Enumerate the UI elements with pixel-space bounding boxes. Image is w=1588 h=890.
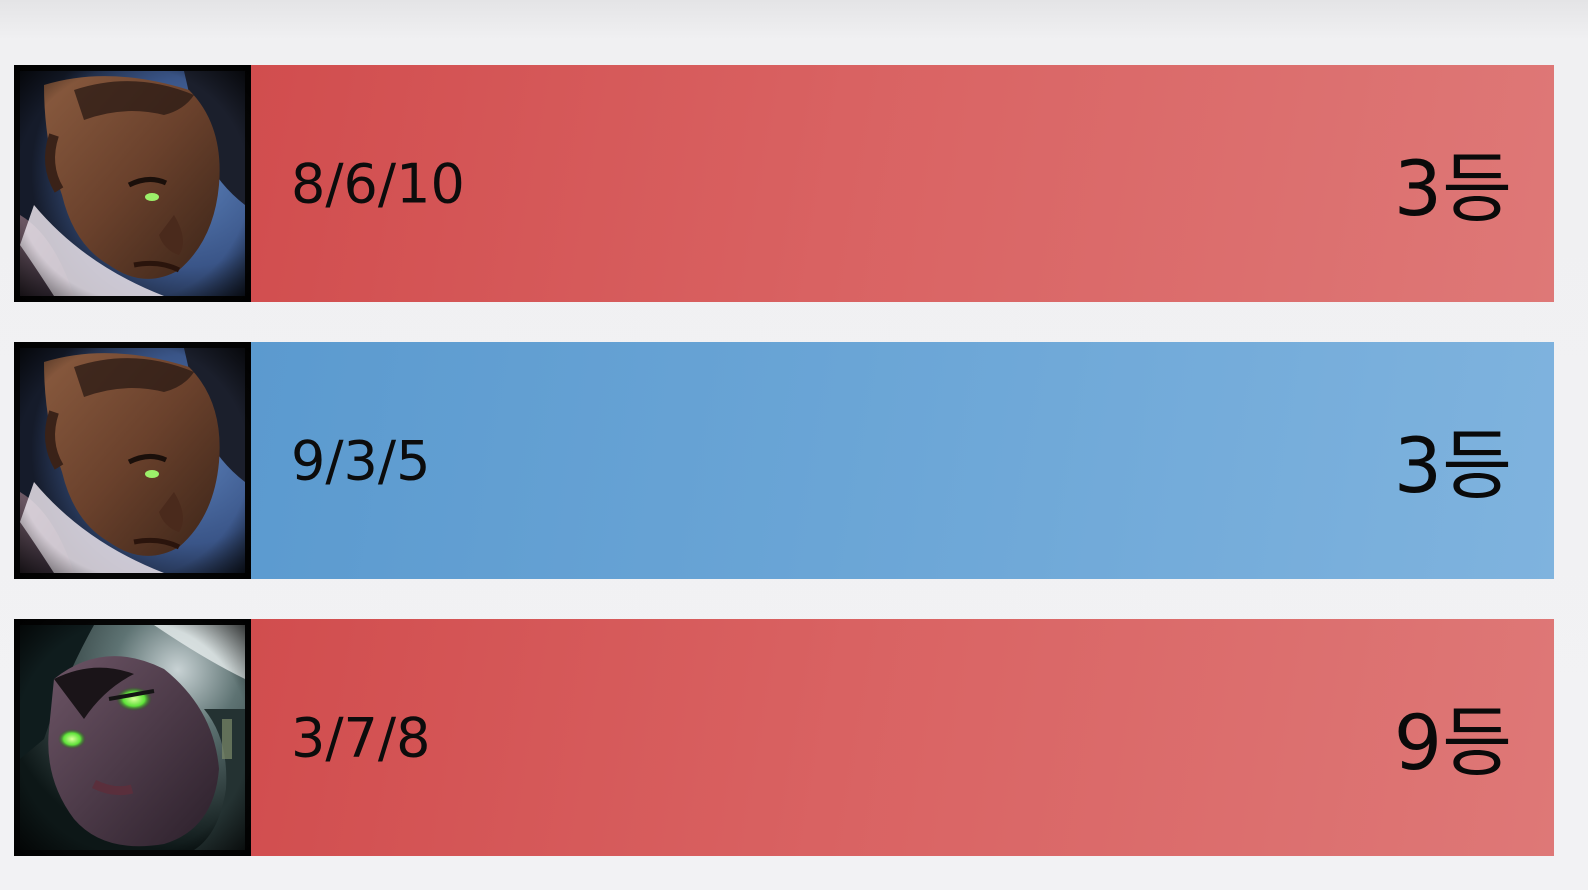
rank-text: 9등 [1393,697,1512,787]
match-row[interactable]: 3/7/8 9등 [14,619,1554,856]
rank-text: 3등 [1393,420,1512,510]
kda-text: 3/7/8 [291,706,431,769]
lucian-portrait-icon [14,65,251,302]
kda-text: 8/6/10 [291,152,465,215]
match-history-list: 8/6/10 3등 9/3/5 3등 3/7/8 9등 [14,65,1554,856]
match-row[interactable]: 8/6/10 3등 [14,65,1554,302]
match-result-bar-win: 9/3/5 3등 [251,342,1554,579]
senna-portrait-icon [14,619,251,856]
match-row[interactable]: 9/3/5 3등 [14,342,1554,579]
match-result-bar-loss: 3/7/8 9등 [251,619,1554,856]
match-result-bar-loss: 8/6/10 3등 [251,65,1554,302]
rank-text: 3등 [1393,143,1512,233]
kda-text: 9/3/5 [291,429,431,492]
lucian-portrait-icon [14,342,251,579]
